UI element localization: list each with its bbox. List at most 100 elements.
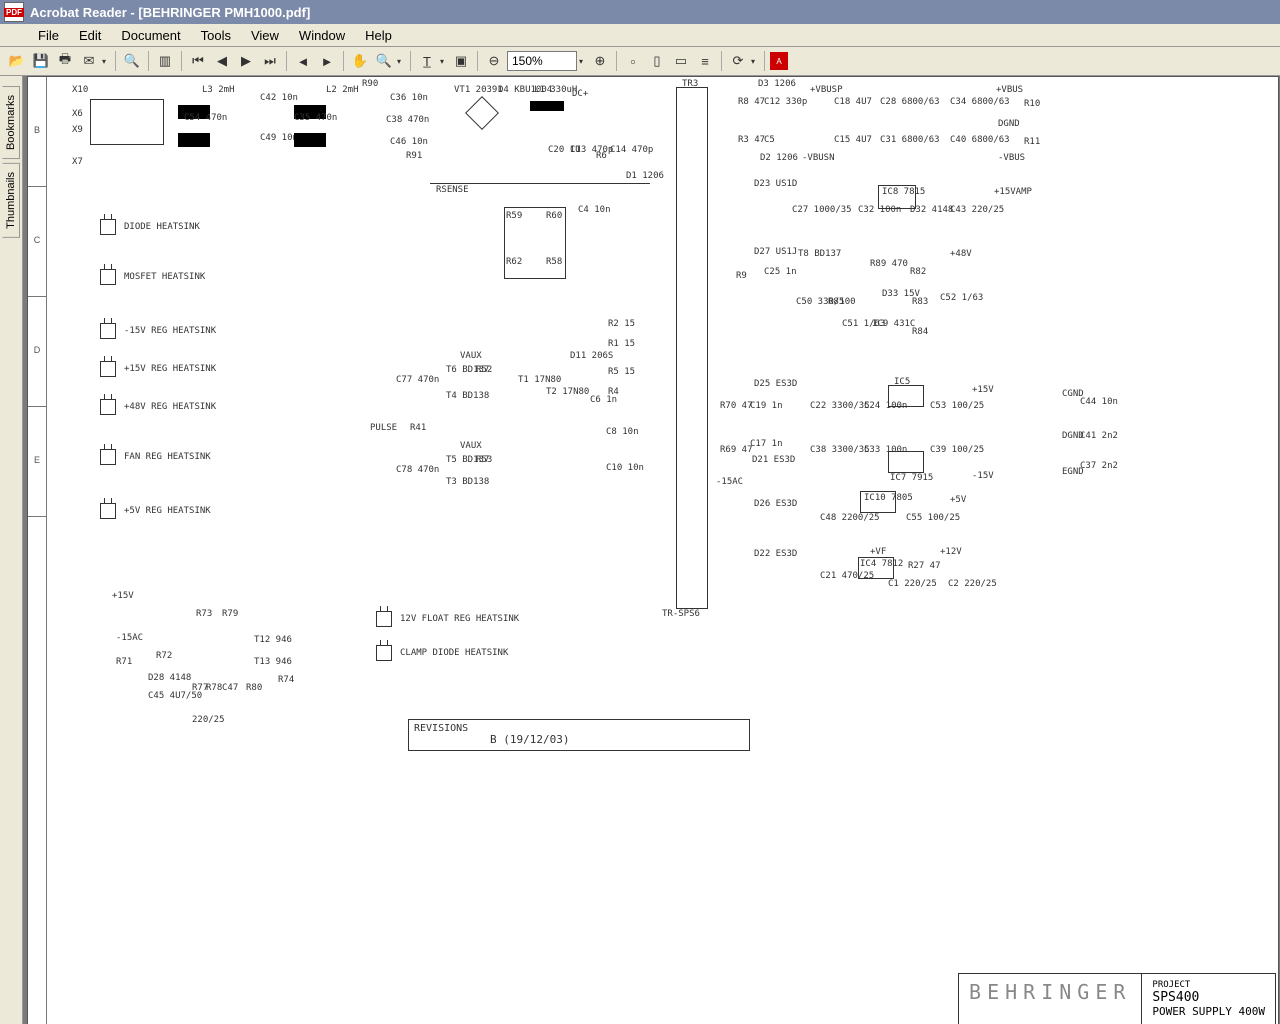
menu-document[interactable]: Document [111,26,190,45]
lbl-d21: D21 ES3D [752,455,795,465]
lbl-l1: L1 330uH [534,85,577,95]
lbl-t2: T2 17N80 [546,387,589,397]
lbl-dgnd: DGND [998,119,1020,129]
lbl-r90: R90 [362,79,378,89]
lbl-r91: R91 [406,151,422,161]
reflow-icon[interactable]: ≡ [694,50,716,72]
pin-x9: X9 [72,125,83,135]
lbl-c41: C41 2n2 [1080,431,1118,441]
lbl-c27: C27 1000/35 [792,205,852,215]
lbl-c48: C48 2200/25 [820,513,880,523]
lbl-t1: T1 17N80 [518,375,561,385]
lbl-l3: L3 2mH [202,85,235,95]
lbl-c8: C8 10n [606,427,639,437]
open-icon[interactable]: 📂 [6,50,28,72]
heatsink-diode: DIODE HEATSINK [100,219,200,235]
window-title: Acrobat Reader - [BEHRINGER PMH1000.pdf] [30,5,310,20]
lbl-r80: R80 [246,683,262,693]
separator [721,51,722,71]
lbl-c39: C39 100/25 [930,445,984,455]
lbl-dcp: DC+ [572,89,588,99]
last-page-icon[interactable]: ⏭ [259,50,281,72]
first-page-icon[interactable]: ⏮ [187,50,209,72]
rotate-icon[interactable]: ⟳ [727,50,749,72]
mail-icon[interactable]: ✉ [78,50,100,72]
separator [148,51,149,71]
zoom-field[interactable]: 150% [507,51,577,71]
lbl-d27: D27 US1J [754,247,797,257]
lbl-c28: C28 6800/63 [880,97,940,107]
lbl-d2: D2 1206 [760,153,798,163]
forward-icon[interactable]: ► [316,50,338,72]
show-nav-icon[interactable]: ▥ [154,50,176,72]
lbl-r52: R52 [476,365,492,375]
next-page-icon[interactable]: ▶ [235,50,257,72]
back-icon[interactable]: ◄ [292,50,314,72]
lbl-pulse: PULSE [370,423,397,433]
lbl-r85: R85 [828,297,844,307]
menu-file[interactable]: File [28,26,69,45]
lbl-220: 220/25 [192,715,225,725]
lbl-v5: +5V [950,495,966,505]
menu-edit[interactable]: Edit [69,26,111,45]
actual-size-icon[interactable]: ▫ [622,50,644,72]
separator [115,51,116,71]
menu-help[interactable]: Help [355,26,402,45]
dd-2-icon[interactable]: ▾ [397,57,405,66]
separator [181,51,182,71]
revisions-label: REVISIONS [414,723,468,734]
heatsink-m15: -15V REG HEATSINK [100,323,216,339]
lbl-c34: C34 6800/63 [950,97,1010,107]
lbl-t8: T8 BD137 [798,249,841,259]
toolbar: 📂 💾 🖶 ✉ ▾ 🔍 ▥ ⏮ ◀ ▶ ⏭ ◄ ► ✋ 🔍 ▾ T̲ ▾ ▣ ⊖… [0,47,1280,76]
lbl-r1: R1 15 [608,339,635,349]
dd-1-icon[interactable]: ▾ [102,57,110,66]
hand-tool-icon[interactable]: ✋ [349,50,371,72]
lbl-c22: C22 3300/35 [810,401,870,411]
lbl-v12: +12V [940,547,962,557]
save-icon[interactable]: 💾 [30,50,52,72]
snapshot-icon[interactable]: ▣ [450,50,472,72]
menu-view[interactable]: View [241,26,289,45]
lbl-vt1: VT1 20391 [454,85,503,95]
dd-zoom-icon[interactable]: ▾ [579,57,587,66]
lbl-c54: C54 470n [184,113,227,123]
lbl-ic7: IC7 7915 [890,473,933,483]
lbl-c47: C47 [222,683,238,693]
text-select-icon[interactable]: T̲ [416,50,438,72]
lbl-c53: C53 100/25 [930,401,984,411]
pdf-page: B C D E X10 X6 X9 X7 L3 2mH C42 10n L2 2… [27,76,1279,1024]
fit-page-icon[interactable]: ▯ [646,50,668,72]
prev-page-icon[interactable]: ◀ [211,50,233,72]
adobe-logo-icon[interactable]: A [770,52,788,70]
lbl-r71: R71 [116,657,132,667]
lbl-ic9: IC9 431C [872,319,915,329]
lbl-c38b: C38 3300/35 [810,445,870,455]
lbl-d22: D22 ES3D [754,549,797,559]
lbl-v15amp: +15VAMP [994,187,1032,197]
dd-4-icon[interactable]: ▾ [751,57,759,66]
find-icon[interactable]: 🔍 [121,50,143,72]
zoom-out-icon[interactable]: ⊖ [483,50,505,72]
lbl-c5: C5 [764,135,775,145]
zoom-in-icon[interactable]: ⊕ [589,50,611,72]
lbl-c35: C35 470n [294,113,337,123]
fit-width-icon[interactable]: ▭ [670,50,692,72]
lbl-r70: R70 47 [720,401,753,411]
lbl-r84: R84 [912,327,928,337]
dd-3-icon[interactable]: ▾ [440,57,448,66]
ruler-tick: E [28,407,46,517]
menu-tools[interactable]: Tools [191,26,241,45]
tab-bookmarks[interactable]: Bookmarks [2,86,20,159]
menu-window[interactable]: Window [289,26,355,45]
lbl-t12: T12 946 [254,635,292,645]
heatsink-p15: +15V REG HEATSINK [100,361,216,377]
document-viewport[interactable]: B C D E X10 X6 X9 X7 L3 2mH C42 10n L2 2… [23,76,1280,1024]
lbl-c37: C37 2n2 [1080,461,1118,471]
lbl-d1: D1 1206 [626,171,664,181]
lbl-c32: C32 100n [858,205,901,215]
zoom-tool-icon[interactable]: 🔍 [373,50,395,72]
print-icon[interactable]: 🖶 [54,50,76,72]
tab-thumbnails[interactable]: Thumbnails [2,163,20,238]
lbl-r62: R62 [506,257,522,267]
